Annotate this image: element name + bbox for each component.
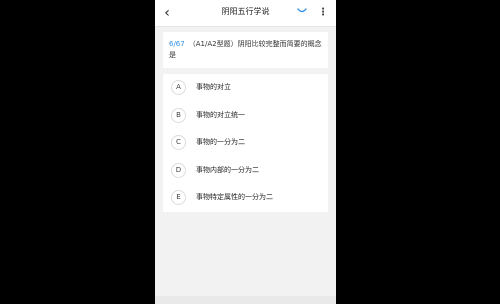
question-stem: （A1/A2型题）阴阳比较完整而简要的概念是 xyxy=(169,40,322,59)
option-letter-badge: E xyxy=(171,190,186,205)
options-card: A 事物的对立 B 事物的对立统一 C 事物的一分为二 D 事物内部的一分为二 … xyxy=(163,74,328,212)
option-c[interactable]: C 事物的一分为二 xyxy=(163,129,328,157)
question-card: 6/67 （A1/A2型题）阴阳比较完整而简要的概念是 xyxy=(163,32,328,68)
option-text: 事物的一分为二 xyxy=(196,138,245,146)
option-letter-badge: C xyxy=(171,135,186,150)
phone-screen: ‹ 阴阳五行学说 ⋮ 6/67 （A1/A2型题）阴阳比较完整而简要的概念是 A … xyxy=(155,0,336,304)
top-navigation-bar: ‹ 阴阳五行学说 ⋮ xyxy=(155,0,336,27)
option-letter-badge: B xyxy=(171,108,186,123)
option-letter-badge: D xyxy=(171,163,186,178)
back-chevron-icon[interactable]: ‹ xyxy=(160,5,174,21)
option-b[interactable]: B 事物的对立统一 xyxy=(163,102,328,130)
option-text: 事物内部的一分为二 xyxy=(196,166,259,174)
option-text: 事物的对立统一 xyxy=(196,111,245,119)
more-vertical-icon[interactable]: ⋮ xyxy=(318,7,328,19)
option-text: 事物的对立 xyxy=(196,83,231,91)
bottom-bar xyxy=(155,296,336,304)
option-a[interactable]: A 事物的对立 xyxy=(163,74,328,102)
option-d[interactable]: D 事物内部的一分为二 xyxy=(163,157,328,185)
option-text: 事物特定属性的一分为二 xyxy=(196,193,273,201)
smile-icon[interactable] xyxy=(297,8,307,14)
option-letter-badge: A xyxy=(171,80,186,95)
page-title: 阴阳五行学说 xyxy=(221,7,270,16)
question-text-block: 6/67 （A1/A2型题）阴阳比较完整而简要的概念是 xyxy=(169,39,322,61)
question-number: 6/67 xyxy=(169,40,185,48)
option-e[interactable]: E 事物特定属性的一分为二 xyxy=(163,184,328,212)
